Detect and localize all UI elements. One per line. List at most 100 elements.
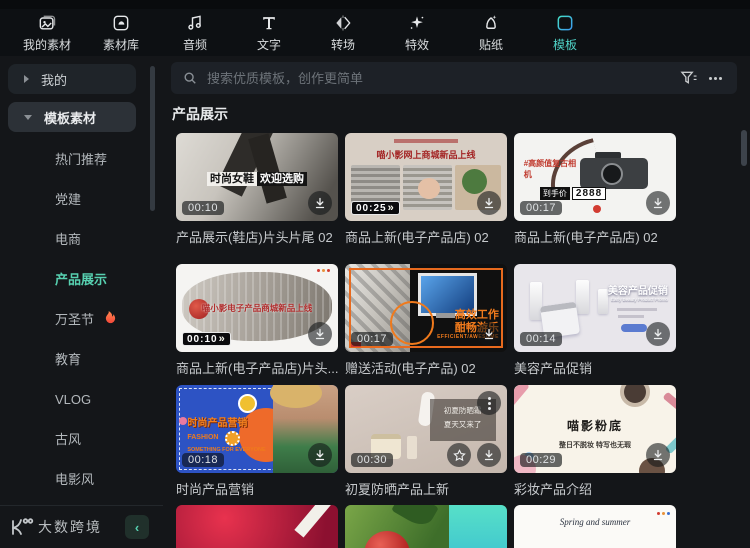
tab-text[interactable]: 文字 [232, 9, 306, 56]
download-button[interactable] [646, 443, 670, 467]
template-card[interactable]: 喵影粉底 整日不脱妆 特写也无瑕 00:29 彩妆产品介绍 [514, 385, 676, 498]
sidebar-item-ecommerce[interactable]: 电商 [55, 230, 81, 250]
thumb-art [448, 505, 507, 548]
thumb-art [224, 430, 240, 446]
thumb-art [620, 385, 651, 408]
template-card[interactable]: 喵小影电子产品商城新品上线 00:10» 商品上新(电子产品店)片头... [176, 264, 338, 377]
template-thumbnail[interactable]: 喵小影网上商城新品上线 00:25» [345, 133, 507, 221]
media-library-icon [111, 12, 131, 34]
thumb-art [403, 164, 452, 211]
template-thumbnail[interactable]: #高颜值复古相机 到手价 2888 00:17 [514, 133, 676, 221]
sidebar-item-ancient-style[interactable]: 古风 [55, 430, 81, 450]
thumb-art [393, 139, 459, 144]
sidebar-item-vlog[interactable]: VLOG [55, 390, 91, 410]
sidebar-scrollbar[interactable] [150, 66, 155, 211]
tab-effects[interactable]: 特效 [380, 9, 454, 56]
filter-icon[interactable] [668, 70, 697, 91]
thumb-art [406, 436, 417, 460]
favorite-button[interactable] [447, 443, 471, 467]
download-button[interactable] [477, 443, 501, 467]
sidebar-group-template-assets[interactable]: 模板素材 [8, 102, 136, 132]
sidebar-item-party[interactable]: 党建 [55, 190, 81, 210]
template-card[interactable]: 时尚女鞋 欢迎选购 00:10 产品展示(鞋店)片头片尾 02 [176, 133, 338, 246]
thumb-art [616, 308, 657, 311]
template-title: 商品上新(电子产品店) 02 [345, 230, 489, 245]
download-button[interactable] [308, 322, 332, 346]
thumb-text: 时尚女鞋 欢迎选购 [176, 170, 338, 186]
sidebar-item-label: 电商 [55, 232, 82, 247]
chevron-right-icon [24, 75, 29, 83]
download-icon [653, 449, 663, 461]
thumb-art [598, 288, 609, 314]
tab-audio[interactable]: 音频 [158, 9, 232, 56]
thumb-text: 喵小影网上商城新品上线 [376, 149, 476, 160]
sidebar-item-label: VLOG [55, 392, 92, 407]
template-thumbnail[interactable]: 初夏防晒霜 夏天又来了 00:30 [345, 385, 507, 473]
template-card[interactable]: SHOPPING 电商大陕促销 [176, 505, 338, 548]
duration-badge: 00:29 [520, 453, 563, 467]
star-icon [452, 448, 466, 461]
template-thumbnail[interactable]: 喵影粉底 整日不脱妆 特写也无瑕 00:29 [514, 385, 676, 473]
sidebar-item-product-display[interactable]: 产品展示 [55, 270, 107, 290]
download-button[interactable] [477, 322, 501, 346]
download-button[interactable] [646, 191, 670, 215]
sidebar-item-hot[interactable]: 热门推荐 [55, 150, 107, 170]
template-card[interactable]: 喵小影网上商城新品上线 00:25» 商品上新(电子产品店) 02 [345, 133, 507, 246]
sidebar-item-label: 党建 [55, 192, 82, 207]
template-card[interactable]: #高颜值复古相机 到手价 2888 00:17 商品上新(电子产品店) 02 [514, 133, 676, 246]
template-row: 时尚产品营销 FASHION SOMETHING FOR EVERYONE 00… [176, 385, 676, 498]
sidebar-group-mine[interactable]: 我的 [8, 64, 136, 94]
thumb-text: Early Beauty Product Promo [611, 297, 668, 303]
search-input[interactable] [205, 69, 737, 87]
template-card[interactable]: 初夏防晒霜 夏天又来了 00:30 初夏防晒产品上新 [345, 385, 507, 498]
template-thumbnail[interactable] [345, 505, 507, 548]
duration-badge: 00:14 [520, 332, 563, 346]
brand-footer: 大数跨境 ‹ [0, 506, 163, 548]
download-button[interactable] [308, 191, 332, 215]
download-button[interactable] [308, 443, 332, 467]
template-title: 初夏防晒产品上新 [345, 482, 450, 497]
duration-badge: 00:25» [351, 201, 400, 215]
template-thumbnail[interactable]: SHOPPING 电商大陕促销 [176, 505, 338, 548]
template-thumbnail[interactable]: Spring and summer [514, 505, 676, 548]
template-thumbnail[interactable]: 时尚女鞋 欢迎选购 00:10 [176, 133, 338, 221]
thumb-text: 喵影粉底 [566, 418, 623, 433]
tab-templates[interactable]: 模板 [528, 9, 602, 56]
thumb-text: #高颜值复古相机 [523, 159, 577, 179]
template-title: 彩妆产品介绍 [514, 482, 593, 497]
sidebar-item-label: 万圣节 [55, 312, 95, 327]
template-thumbnail[interactable]: 时尚产品营销 FASHION SOMETHING FOR EVERYONE 00… [176, 385, 338, 473]
tab-label: 我的素材 [22, 38, 71, 52]
template-thumbnail[interactable]: 喵小影电子产品商城新品上线 00:10» [176, 264, 338, 352]
sidebar-item-education[interactable]: 教育 [55, 350, 81, 370]
template-card[interactable]: 美容产品促销 Early Beauty Product Promo 00:14 … [514, 264, 676, 377]
download-button[interactable] [646, 322, 670, 346]
template-card[interactable]: 高效工作 酣畅游乐 EFFICIENT/AWESOME 00:17 赠送活动(电… [345, 264, 507, 377]
sidebar-group-label: 模板素材 [44, 110, 97, 126]
audio-icon [185, 12, 205, 34]
sidebar-item-halloween[interactable]: 万圣节 [55, 310, 117, 330]
download-button[interactable] [477, 191, 501, 215]
tab-stickers[interactable]: 贴纸 [454, 9, 528, 56]
sidebar-item-label: 电影风 [55, 472, 95, 487]
tab-media-library[interactable]: 素材库 [84, 9, 158, 56]
template-card[interactable]: 时尚产品营销 FASHION SOMETHING FOR EVERYONE 00… [176, 385, 338, 498]
template-thumbnail[interactable]: 高效工作 酣畅游乐 EFFICIENT/AWESOME 00:17 [345, 264, 507, 352]
main-scrollbar[interactable] [741, 130, 747, 166]
transition-icon [333, 12, 353, 34]
search-bar[interactable] [171, 62, 737, 94]
tab-transition[interactable]: 转场 [306, 9, 380, 56]
sidebar-item-movie-style[interactable]: 电影风 [55, 470, 94, 490]
thumb-art [656, 512, 670, 516]
duration-badge: 00:18 [182, 453, 225, 467]
collapse-sidebar-button[interactable]: ‹ [125, 515, 149, 539]
more-options-icon[interactable] [705, 70, 725, 86]
text-icon [259, 12, 279, 34]
template-title: 赠送活动(电子产品) 02 [345, 361, 476, 376]
template-card[interactable] [345, 505, 507, 548]
sticker-icon [481, 12, 501, 34]
tab-my-assets[interactable]: 我的素材 [10, 9, 84, 56]
card-menu-button[interactable] [477, 391, 501, 415]
template-card[interactable]: Spring and summer [514, 505, 676, 548]
template-thumbnail[interactable]: 美容产品促销 Early Beauty Product Promo 00:14 [514, 264, 676, 352]
